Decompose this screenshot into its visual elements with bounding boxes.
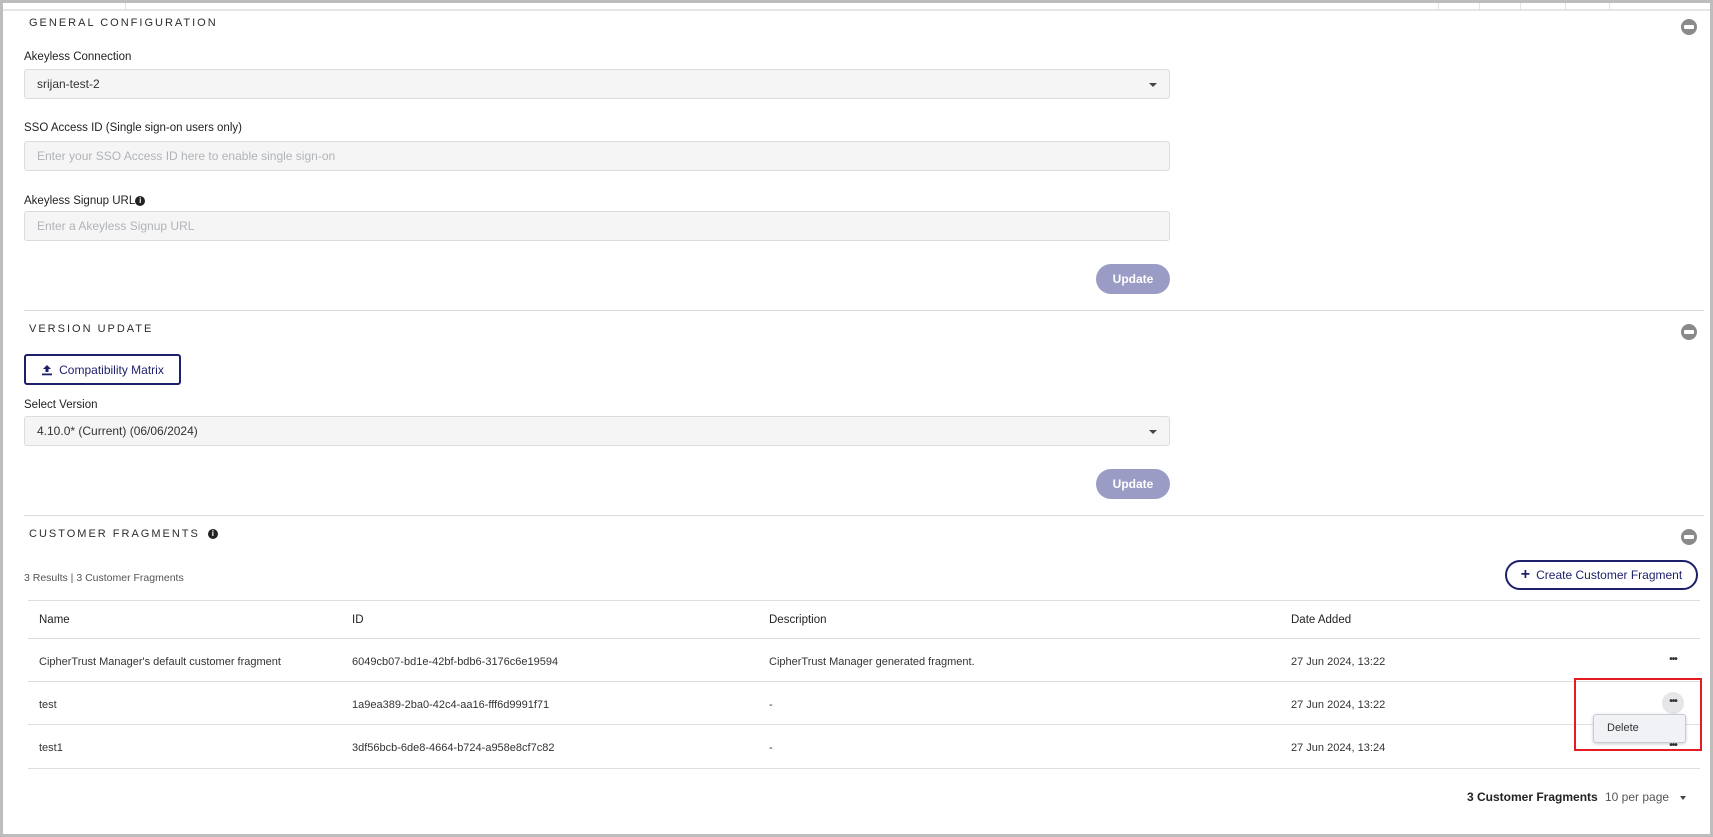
column-header-date-added[interactable]: Date Added (1291, 614, 1351, 626)
column-header-description[interactable]: Description (769, 614, 827, 626)
row-2-id: 1a9ea389-2ba0-42c4-aa16-fff6d9991f71 (352, 699, 550, 711)
collapse-customer-fragments-icon[interactable] (1681, 529, 1697, 545)
row-3-name: test1 (39, 742, 63, 754)
strip-separator (1565, 3, 1566, 11)
compatibility-matrix-button[interactable]: Compatibility Matrix (24, 354, 181, 385)
signup-url-label: Akeyless Signup URL i (24, 195, 146, 207)
row-2-description: - (769, 699, 773, 711)
strip-separator (1520, 3, 1521, 11)
version-update-title: VERSION UPDATE (29, 323, 154, 335)
footer-count: 3 Customer Fragments (1467, 790, 1598, 804)
row-2-name: test (39, 699, 57, 711)
info-icon[interactable]: i (207, 529, 218, 540)
strip-separator (1479, 3, 1480, 11)
column-header-name[interactable]: Name (39, 614, 70, 626)
strip-separator (125, 3, 126, 11)
akeyless-connection-label: Akeyless Connection (24, 51, 132, 63)
general-configuration-title: GENERAL CONFIGURATION (29, 17, 218, 29)
select-version-select[interactable]: 4.10.0* (Current) (06/06/2024) (24, 416, 1170, 446)
highlight-box (1574, 678, 1702, 751)
version-update-button[interactable]: Update (1096, 469, 1170, 499)
row-2-date-added: 27 Jun 2024, 13:22 (1291, 699, 1386, 711)
select-version-label: Select Version (24, 399, 98, 411)
create-customer-fragment-label: Create Customer Fragment (1536, 568, 1683, 582)
sso-access-id-input[interactable]: Enter your SSO Access ID here to enable … (24, 141, 1170, 171)
signup-url-input[interactable]: Enter a Akeyless Signup URL (24, 211, 1170, 241)
table-row-border (28, 681, 1700, 682)
per-page-select[interactable]: 10 per page (1605, 790, 1687, 804)
upload-icon (42, 364, 53, 375)
section-divider (24, 310, 1704, 311)
akeyless-connection-select[interactable]: srijan-test-2 (24, 69, 1170, 99)
row-1-more-button[interactable]: ••• (1662, 650, 1684, 672)
row-1-id: 6049cb07-bd1e-42bf-bdb6-3176c6e19594 (352, 656, 559, 668)
results-summary: 3 Results | 3 Customer Fragments (24, 572, 184, 584)
customer-fragments-title-text: CUSTOMER FRAGMENTS (29, 528, 200, 540)
create-customer-fragment-button[interactable]: + Create Customer Fragment (1505, 560, 1698, 590)
top-table-strip (3, 3, 1710, 11)
page-frame: GENERAL CONFIGURATION Akeyless Connectio… (3, 3, 1710, 834)
plus-icon: + (1520, 566, 1531, 583)
row-1-name: CipherTrust Manager's default customer f… (39, 656, 281, 668)
caret-down-icon (1149, 430, 1157, 434)
row-3-id: 3df56bcb-6de8-4664-b724-a958e8cf7c82 (352, 742, 555, 754)
sso-access-id-label: SSO Access ID (Single sign-on users only… (24, 122, 242, 134)
strip-separator (1438, 3, 1439, 11)
signup-url-label-text: Akeyless Signup URL (24, 195, 136, 207)
section-divider (24, 515, 1704, 516)
table-top-border (28, 600, 1700, 601)
customer-fragments-title: CUSTOMER FRAGMENTS i (29, 528, 218, 540)
general-update-button[interactable]: Update (1096, 264, 1170, 294)
strip-separator (1609, 3, 1610, 11)
collapse-version-update-icon[interactable] (1681, 324, 1697, 340)
caret-down-icon (1680, 795, 1687, 800)
table-bottom-border (28, 768, 1700, 769)
table-header-border (28, 638, 1700, 639)
row-1-date-added: 27 Jun 2024, 13:22 (1291, 656, 1386, 668)
collapse-general-configuration-icon[interactable] (1681, 19, 1697, 35)
row-1-description: CipherTrust Manager generated fragment. (769, 656, 975, 668)
column-header-id[interactable]: ID (352, 614, 364, 626)
info-icon[interactable]: i (135, 195, 146, 206)
akeyless-connection-value: srijan-test-2 (37, 77, 100, 91)
select-version-value: 4.10.0* (Current) (06/06/2024) (37, 424, 198, 438)
row-3-description: - (769, 742, 773, 754)
table-row-border (28, 724, 1700, 725)
compatibility-matrix-label: Compatibility Matrix (59, 362, 164, 377)
ellipsis-icon: ••• (1669, 654, 1677, 665)
row-3-date-added: 27 Jun 2024, 13:24 (1291, 742, 1386, 754)
per-page-label: 10 per page (1605, 790, 1670, 804)
caret-down-icon (1149, 83, 1157, 87)
